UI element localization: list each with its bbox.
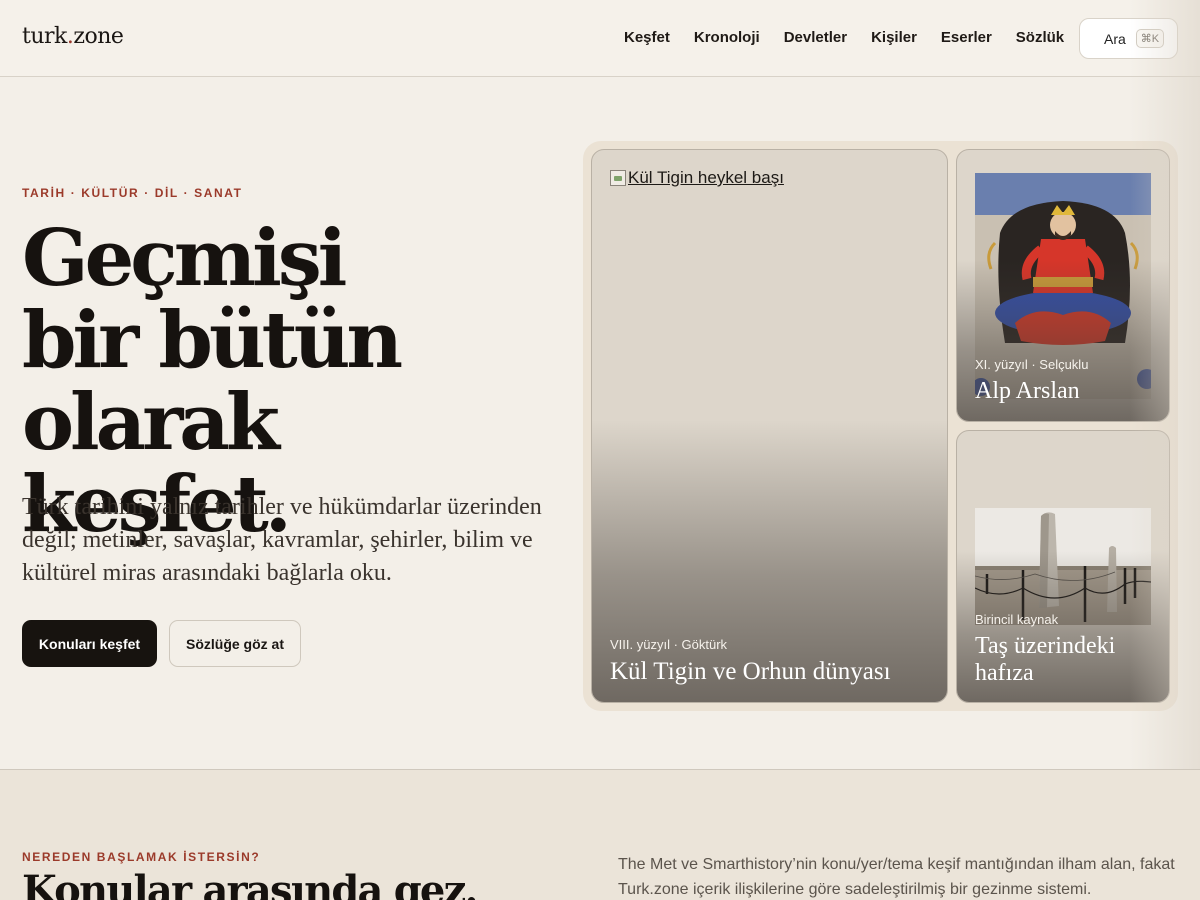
card-meta: Birincil kaynak: [975, 612, 1059, 627]
broken-image-icon: [610, 170, 626, 186]
card-title: Taş üzerindeki hafıza: [975, 633, 1116, 686]
nav-eserler[interactable]: Eserler: [941, 29, 992, 46]
card-title: Kül Tigin ve Orhun dünyası: [610, 658, 891, 685]
section-title: Konular arasında gez.: [22, 867, 478, 900]
nav-kisiler[interactable]: Kişiler: [871, 29, 917, 46]
card-title: Alp Arslan: [975, 378, 1080, 404]
hero-title-line-1: Geçmişi: [22, 213, 347, 304]
main-nav: Keşfet Kronoloji Devletler Kişiler Eserl…: [624, 29, 1064, 46]
logo-text-end: zone: [73, 24, 124, 49]
hero-subtitle: Türk tarihini yalnız tarihler ve hükümda…: [22, 494, 542, 586]
nav-devletler[interactable]: Devletler: [784, 29, 847, 46]
browse-glossary-button[interactable]: Sözlüğe göz at: [169, 620, 301, 667]
feature-card-alp-arslan[interactable]: XI. yüzyıl · Selçuklu Alp Arslan: [956, 149, 1170, 422]
search-shortcut-badge: ⌘K: [1135, 29, 1165, 48]
feature-card-stone-memory[interactable]: Birincil kaynak Taş üzerindeki hafıza: [956, 430, 1170, 703]
nav-kronoloji[interactable]: Kronoloji: [694, 29, 760, 46]
hero-eyebrow: TARİH · KÜLTÜR · DİL · SANAT: [22, 186, 243, 200]
site-logo[interactable]: turk.zone: [22, 24, 124, 49]
nav-sozluk[interactable]: Sözlük: [1016, 29, 1064, 46]
search-label: Ara: [1104, 30, 1126, 47]
section-eyebrow: NEREDEN BAŞLAMAK İSTERSİN?: [22, 850, 261, 864]
site-header: turk.zone Keşfet Kronoloji Devletler Kiş…: [0, 0, 1200, 77]
hero-title-line-2: bir bütün: [22, 295, 403, 386]
explore-topics-button[interactable]: Konuları keşfet: [22, 620, 157, 667]
logo-text-main: turk: [22, 24, 67, 49]
nav-kesfet[interactable]: Keşfet: [624, 29, 670, 46]
start-section: NEREDEN BAŞLAMAK İSTERSİN? Konular arası…: [0, 769, 1200, 900]
broken-image-placeholder: Kül Tigin heykel başı: [610, 168, 784, 188]
section-description: The Met ve Smarthistory’nin konu/yer/tem…: [618, 856, 1175, 898]
card-meta: XI. yüzyıl · Selçuklu: [975, 357, 1089, 372]
card-meta: VIII. yüzyıl · Göktürk: [610, 637, 728, 652]
search-button[interactable]: Ara ⌘K: [1079, 18, 1178, 59]
feature-card-kul-tigin[interactable]: Kül Tigin heykel başı VIII. yüzyıl · Gök…: [591, 149, 948, 703]
image-alt-text: Kül Tigin heykel başı: [628, 168, 784, 187]
